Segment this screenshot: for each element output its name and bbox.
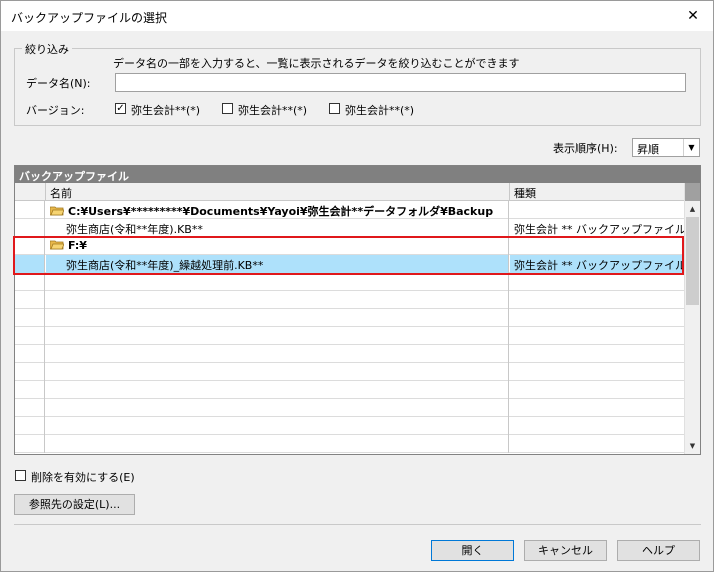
table-row <box>15 291 685 309</box>
dataname-input[interactable] <box>115 73 686 92</box>
version-checkbox-1-label[interactable]: 弥生会計**(*) <box>131 102 200 118</box>
row-kind: 弥生会計 ** バックアップファイル <box>514 223 685 236</box>
version-checkbox-2-label[interactable]: 弥生会計**(*) <box>238 102 307 118</box>
table-row[interactable]: 弥生商店(令和**年度).KB** 弥生会計 ** バックアップファイル <box>15 219 685 237</box>
table-row <box>15 327 685 345</box>
column-header-kind[interactable]: 種類 <box>510 183 685 201</box>
filter-hint: データ名の一部を入力すると、一覧に表示されるデータを絞り込むことができます <box>113 57 520 70</box>
scroll-down-icon[interactable]: ▼ <box>685 438 700 454</box>
version-label: バージョン: <box>26 104 85 117</box>
row-name: 弥生商店(令和**年度)_繰越処理前.KB** <box>46 255 509 273</box>
column-header-name[interactable]: 名前 <box>46 183 510 201</box>
title-bar: バックアップファイルの選択 ✕ <box>1 1 713 31</box>
row-indicator <box>15 219 45 237</box>
backup-file-dialog: バックアップファイルの選択 ✕ 絞り込み データ名の一部を入力すると、一覧に表示… <box>0 0 714 572</box>
dialog-title: バックアップファイルの選択 <box>11 11 168 25</box>
table-row <box>15 417 685 435</box>
close-icon[interactable]: ✕ <box>679 4 707 28</box>
delete-enable-label[interactable]: 削除を有効にする(E) <box>31 469 135 485</box>
table-row <box>15 309 685 327</box>
row-indicator <box>15 255 45 273</box>
folder-icon <box>50 205 64 216</box>
cancel-button[interactable]: キャンセル <box>524 540 607 561</box>
version-checkbox-1[interactable]: ✓ <box>115 103 126 114</box>
table-row <box>15 381 685 399</box>
sort-order-label: 表示順序(H): <box>553 142 618 155</box>
open-button[interactable]: 開く <box>431 540 514 561</box>
row-name: C:¥Users¥*********¥Documents¥Yayoi¥弥生会計*… <box>46 201 509 219</box>
delete-enable-checkbox[interactable] <box>15 470 26 481</box>
row-kind: 弥生会計 ** バックアップファイル <box>510 255 685 273</box>
row-kind <box>510 237 685 255</box>
row-name-text: F:¥ <box>68 239 87 252</box>
row-indicator <box>15 201 45 219</box>
folder-icon <box>50 239 64 250</box>
sort-order-value: 昇順 <box>637 143 659 156</box>
table-row[interactable]: 弥生商店(令和**年度)_繰越処理前.KB** 弥生会計 ** バックアップファ… <box>15 255 685 273</box>
version-checkbox-3-label[interactable]: 弥生会計**(*) <box>345 102 414 118</box>
grid-rows: C:¥Users¥*********¥Documents¥Yayoi¥弥生会計*… <box>15 201 685 453</box>
row-name: 弥生商店(令和**年度).KB** <box>46 219 509 237</box>
chevron-down-icon[interactable]: ▼ <box>683 139 699 156</box>
grid-header: 名前 種類 <box>15 183 685 201</box>
grid-caption: バックアップファイル <box>15 166 700 183</box>
backup-file-grid: バックアップファイル 名前 種類 C:¥Users¥*********¥Docu… <box>14 165 701 455</box>
row-kind <box>510 201 685 219</box>
row-name: F:¥ <box>46 237 509 255</box>
version-checkbox-2[interactable] <box>222 103 233 114</box>
version-checkbox-3[interactable] <box>329 103 340 114</box>
separator <box>14 524 701 525</box>
table-row <box>15 399 685 417</box>
grid-scrollbar[interactable]: ▲ ▼ <box>684 183 700 454</box>
header-indicator <box>15 183 46 201</box>
help-button[interactable]: ヘルプ <box>617 540 700 561</box>
scrollbar-header-block <box>685 183 700 201</box>
scroll-thumb[interactable] <box>686 217 699 305</box>
browse-location-button[interactable]: 参照先の設定(L)... <box>14 494 135 515</box>
table-row[interactable]: C:¥Users¥*********¥Documents¥Yayoi¥弥生会計*… <box>15 201 685 219</box>
row-name-text: C:¥Users¥*********¥Documents¥Yayoi¥弥生会計*… <box>68 205 494 218</box>
table-row <box>15 363 685 381</box>
table-row <box>15 273 685 291</box>
row-indicator <box>15 237 45 255</box>
sort-order-select[interactable]: 昇順 ▼ <box>632 138 700 157</box>
filter-group-label: 絞り込み <box>22 41 72 57</box>
scroll-up-icon[interactable]: ▲ <box>685 201 700 217</box>
dataname-label: データ名(N): <box>26 77 91 90</box>
table-row[interactable]: F:¥ <box>15 237 685 255</box>
table-row <box>15 435 685 453</box>
table-row <box>15 345 685 363</box>
